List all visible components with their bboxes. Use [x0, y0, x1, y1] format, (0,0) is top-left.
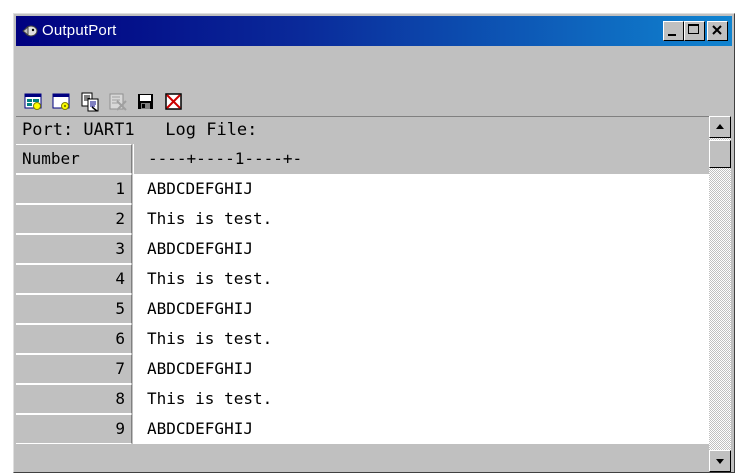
table-row[interactable]: 1 ABDCDEFGHIJ: [16, 174, 709, 204]
row-number[interactable]: 4: [16, 264, 132, 294]
maximize-button[interactable]: [684, 21, 705, 41]
row-data[interactable]: This is test.: [133, 264, 709, 294]
minimize-icon: [668, 34, 676, 36]
row-data[interactable]: This is test.: [133, 384, 709, 414]
scroll-thumb[interactable]: [709, 140, 731, 168]
row-data[interactable]: ABDCDEFGHIJ: [133, 174, 709, 204]
row-number[interactable]: 7: [16, 354, 132, 384]
scroll-down-button[interactable]: [709, 450, 731, 472]
minimize-button[interactable]: [663, 21, 684, 41]
row-data[interactable]: ABDCDEFGHIJ: [133, 414, 709, 444]
row-data[interactable]: This is test.: [133, 324, 709, 354]
arrow-up-icon: [716, 124, 724, 129]
window-title: OutputPort: [42, 22, 117, 39]
app-icon: [22, 25, 38, 37]
port-status-bar: Port: UART1 Log File:: [16, 116, 709, 144]
arrow-down-icon: [716, 459, 724, 464]
row-number[interactable]: 3: [16, 234, 132, 264]
port-settings-icon[interactable]: [52, 92, 72, 112]
row-number[interactable]: 8: [16, 384, 132, 414]
table-row[interactable]: 4 This is test.: [16, 264, 709, 294]
close-icon: [712, 25, 722, 35]
ruler-column-header[interactable]: ----+----1----+-: [133, 144, 709, 174]
number-column-header[interactable]: Number: [16, 144, 132, 174]
save-icon[interactable]: [136, 92, 156, 112]
row-number[interactable]: 2: [16, 204, 132, 234]
row-data[interactable]: ABDCDEFGHIJ: [133, 294, 709, 324]
scroll-up-button[interactable]: [709, 116, 731, 138]
table-row[interactable]: 2 This is test.: [16, 204, 709, 234]
table-row[interactable]: 6 This is test.: [16, 324, 709, 354]
row-number[interactable]: 5: [16, 294, 132, 324]
row-data[interactable]: ABDCDEFGHIJ: [133, 354, 709, 384]
row-number[interactable]: 1: [16, 174, 132, 204]
table-row[interactable]: 9 ABDCDEFGHIJ: [16, 414, 709, 444]
toolbar: [16, 48, 732, 116]
connect-port-icon[interactable]: [24, 92, 44, 112]
maximize-icon: [688, 24, 699, 34]
table-row[interactable]: 5 ABDCDEFGHIJ: [16, 294, 709, 324]
table-row[interactable]: 7 ABDCDEFGHIJ: [16, 354, 709, 384]
close-log-icon[interactable]: [164, 92, 184, 112]
output-grid[interactable]: Number ----+----1----+- 1 ABDCDEFGHIJ 2 Thi…: [16, 144, 709, 474]
clear-log-icon[interactable]: [108, 92, 128, 112]
row-number[interactable]: 9: [16, 414, 132, 444]
port-status-text: Port: UART1 Log File:: [22, 120, 258, 140]
grid-header-row: Number ----+----1----+-: [16, 144, 709, 174]
table-row[interactable]: 8 This is test.: [16, 384, 709, 414]
output-port-window: OutputPort Port: UART1 Log File: Number …: [13, 13, 735, 473]
copy-log-icon[interactable]: [80, 92, 100, 112]
table-row[interactable]: 3 ABDCDEFGHIJ: [16, 234, 709, 264]
row-number[interactable]: 6: [16, 324, 132, 354]
row-data[interactable]: ABDCDEFGHIJ: [133, 234, 709, 264]
vertical-scrollbar[interactable]: [709, 116, 731, 472]
close-button[interactable]: [707, 21, 728, 41]
title-bar[interactable]: OutputPort: [16, 16, 732, 46]
row-data[interactable]: This is test.: [133, 204, 709, 234]
